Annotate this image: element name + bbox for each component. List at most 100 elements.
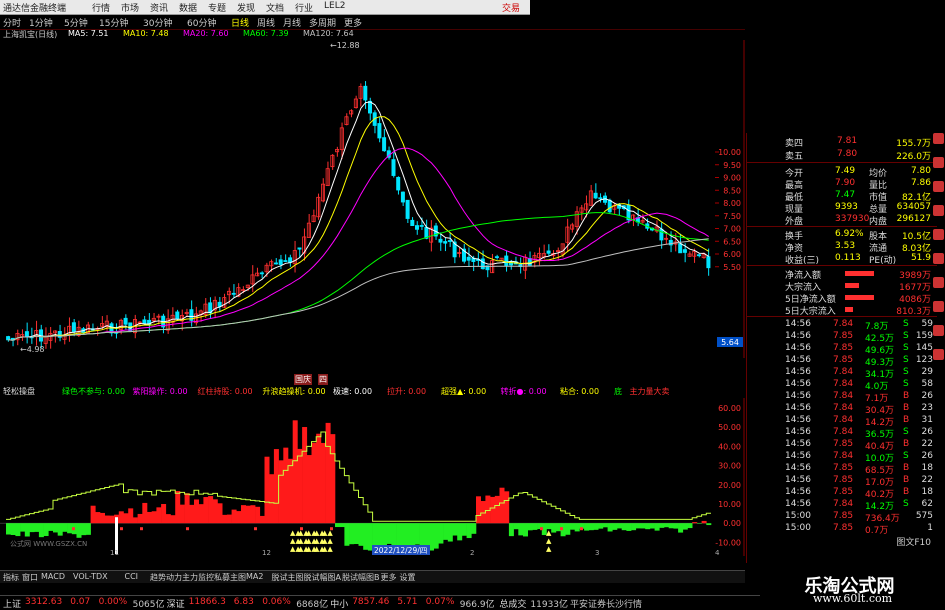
trade-menu[interactable]: 交易 xyxy=(502,1,520,14)
turn-marker xyxy=(330,527,333,531)
indicator-tab[interactable]: 设置 xyxy=(400,572,416,583)
side-tool-icon[interactable] xyxy=(933,133,944,144)
chart-watermark: 公式网 WWW.GSZX.CN xyxy=(10,539,87,548)
candle-body xyxy=(593,192,598,199)
side-tool-icon[interactable] xyxy=(933,325,944,336)
period-tab[interactable]: 5分钟 xyxy=(64,16,88,29)
f10-label[interactable]: 图文F10 xyxy=(896,535,931,548)
menu-item[interactable]: 行情 xyxy=(92,1,110,14)
event-tag[interactable]: 四 xyxy=(318,374,328,385)
indicator-bar xyxy=(245,505,251,524)
strong-signal-marker: ▲▲ xyxy=(322,529,333,537)
menu-item[interactable]: 数据 xyxy=(179,1,197,14)
index-value: 11933亿 xyxy=(530,600,569,610)
indicator-tab[interactable]: 趋势动力 xyxy=(150,572,182,583)
indicator-tab[interactable]: 私募主图 xyxy=(214,572,246,583)
indicator-bar xyxy=(104,515,110,524)
period-tab[interactable]: 30分钟 xyxy=(143,16,172,29)
indicator-bar xyxy=(184,493,190,524)
index-value: 0.06% xyxy=(262,597,291,607)
menu-item[interactable]: 行业 xyxy=(295,1,313,14)
indicator-tab[interactable]: 窗口 xyxy=(22,572,38,583)
index-name[interactable]: 深证 xyxy=(167,597,185,610)
tick-time: 14:56 xyxy=(785,499,811,509)
index-name[interactable]: 上证 xyxy=(3,597,21,610)
indicator-tab[interactable]: 更多 xyxy=(381,572,397,583)
indicator-tab[interactable]: CCI xyxy=(125,572,139,581)
indicator-tab[interactable]: VOL-TDX xyxy=(73,572,108,581)
index-name[interactable]: 中小 xyxy=(330,597,348,610)
f10-link[interactable]: 图文F10 xyxy=(747,534,937,548)
event-tag[interactable]: 国庆 xyxy=(294,374,312,385)
menu-item[interactable]: 资讯 xyxy=(150,1,168,14)
side-tool-icon[interactable] xyxy=(933,229,944,240)
period-tab[interactable]: 月线 xyxy=(283,16,301,29)
candle-body xyxy=(71,322,76,332)
period-tab[interactable]: 更多 xyxy=(344,16,362,29)
ma-value: MA10: 7.48 xyxy=(123,29,169,38)
menu-item[interactable]: 发现 xyxy=(237,1,255,14)
indicator-bar xyxy=(649,523,655,529)
period-tab[interactable]: 60分钟 xyxy=(187,16,216,29)
side-tool-icon[interactable] xyxy=(933,157,944,168)
tick-count: 26 xyxy=(921,451,933,461)
indicator-bar xyxy=(664,523,669,528)
ma-value: MA5: 7.51 xyxy=(68,29,109,38)
turn-marker xyxy=(560,527,563,531)
side-tool-icon[interactable] xyxy=(933,301,944,312)
period-tab[interactable]: 15分钟 xyxy=(99,16,128,29)
turn-marker xyxy=(140,527,143,531)
menu-item[interactable]: 文档 xyxy=(266,1,284,14)
period-tab[interactable]: 日线 xyxy=(231,16,249,29)
indicator-tab[interactable]: MACD xyxy=(41,572,65,581)
candle-body xyxy=(382,137,387,152)
candlestick-chart[interactable]: 10.00 9.50 9.00 8.50 8.00 7.50 7.00 6.50 6.00 5.5… xyxy=(0,40,745,358)
indicator-tab[interactable]: 脱试幅图A xyxy=(304,572,341,583)
menu-item[interactable]: LEL2 xyxy=(324,1,345,11)
period-tab[interactable]: 分时 xyxy=(3,16,21,29)
indicator-bar xyxy=(339,523,345,528)
period-tab[interactable]: 周线 xyxy=(257,16,275,29)
side-tool-icon[interactable] xyxy=(933,181,944,192)
indicator-bar xyxy=(217,503,223,524)
indicator-bar xyxy=(626,523,632,531)
stat-value: 3.53 xyxy=(835,241,856,251)
indicator-bar xyxy=(255,506,261,524)
indicator-chart[interactable]: 60.00 50.00 40.00 30.00 20.00 10.00 0.00 -10.00… xyxy=(0,398,745,556)
menu-item[interactable]: 市场 xyxy=(121,1,139,14)
side-tool-icon[interactable] xyxy=(933,253,944,264)
candle-body xyxy=(419,225,424,227)
indicator-tick-label: 40.00 xyxy=(718,442,741,451)
tick-time: 15:00 xyxy=(785,511,811,521)
side-tool-icon[interactable] xyxy=(933,205,944,216)
period-tab[interactable]: 1分钟 xyxy=(29,16,53,29)
indicator-tab[interactable]: 指标 xyxy=(3,572,19,583)
indicator-tab[interactable]: MA2 xyxy=(246,572,263,581)
indicator-bar xyxy=(283,447,289,524)
indicator-bar xyxy=(433,523,439,549)
stat-value: 7.47 xyxy=(835,190,856,200)
order-volume: 226.0万 xyxy=(896,152,931,162)
indicator-bar xyxy=(95,512,101,524)
indicator-tab[interactable]: 主力监控 xyxy=(182,572,214,583)
indicator-bar xyxy=(90,505,96,524)
indicator-bar xyxy=(320,442,326,524)
period-tab[interactable]: 多周期 xyxy=(309,16,336,29)
indicator-tab[interactable]: 脱试主图 xyxy=(272,572,304,583)
index-value: 0.00% xyxy=(98,597,128,607)
price-tick-label: 8.00 xyxy=(723,199,741,208)
indicator-bar xyxy=(353,523,359,545)
indicator-bar xyxy=(414,523,420,545)
index-name[interactable]: 总成交 xyxy=(499,597,526,610)
side-tool-icon[interactable] xyxy=(933,349,944,360)
x-axis-label: 12 xyxy=(262,549,271,556)
menu-item[interactable]: 专题 xyxy=(208,1,226,14)
turn-marker xyxy=(186,527,189,531)
side-tool-icon[interactable] xyxy=(933,277,944,288)
indicator-bar xyxy=(43,523,49,537)
indicator-bar xyxy=(523,523,528,537)
indicator-bar xyxy=(306,455,312,524)
candle-body xyxy=(231,292,236,295)
strong-signal-marker: ▲▲ xyxy=(322,537,333,545)
indicator-tab[interactable]: 脱试幅图B xyxy=(342,572,380,583)
